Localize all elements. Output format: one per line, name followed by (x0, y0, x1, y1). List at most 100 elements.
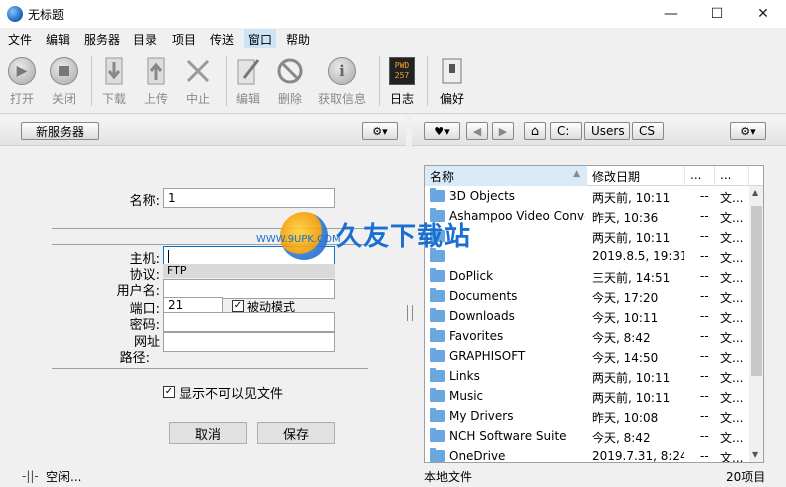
maximize-button[interactable]: ☐ (694, 0, 740, 28)
file-size: -- (700, 369, 709, 383)
path-gear-menu[interactable]: ⚙▾ (730, 122, 766, 140)
menu-edit[interactable]: 编辑 (46, 31, 70, 48)
file-size: -- (700, 189, 709, 203)
delete-label: 删除 (277, 92, 302, 106)
window-title: 无标题 (28, 8, 65, 22)
file-date: 今天, 8:42 (592, 431, 651, 445)
server-gear-menu[interactable]: ⚙▾ (362, 122, 398, 140)
status-item-count: 20项目 (726, 470, 766, 484)
file-kind: 文... (720, 291, 744, 305)
menu-window[interactable]: 窗口 (244, 29, 277, 50)
column-size[interactable]: ... (685, 166, 715, 186)
file-size: -- (700, 229, 709, 243)
file-name: Links (449, 369, 480, 383)
info-icon: i (328, 57, 356, 85)
file-row[interactable]: Links 两天前, 10:11 -- 文... (425, 366, 749, 386)
file-row[interactable]: Favorites 今天, 8:42 -- 文... (425, 326, 749, 346)
password-field[interactable] (163, 312, 335, 332)
show-hidden-checkbox[interactable]: ✓ (163, 386, 175, 398)
name-label: 名称: (129, 194, 160, 209)
menu-item[interactable]: 项目 (172, 31, 196, 48)
no-entry-icon (275, 56, 305, 86)
column-name[interactable]: 名称 ▲ (425, 166, 587, 186)
file-row[interactable]: Music 两天前, 10:11 -- 文... (425, 386, 749, 406)
menu-directory[interactable]: 目录 (133, 31, 157, 48)
file-kind: 文... (720, 211, 744, 225)
file-date: 今天, 10:11 (592, 311, 659, 325)
path-segment-users[interactable]: Users (584, 122, 630, 140)
name-field[interactable]: 1 (163, 188, 335, 208)
url-field[interactable] (163, 332, 335, 352)
watermark-url: WWW.9UPK.COM (256, 234, 341, 245)
user-label: 用户名: (116, 284, 160, 299)
path-segment-drive[interactable]: C: (550, 122, 582, 140)
menu-transfer[interactable]: 传送 (210, 31, 234, 48)
app-icon (7, 6, 23, 22)
activity-icon: -||- (22, 469, 39, 483)
divider (52, 368, 368, 369)
path-segment-cs[interactable]: CS (632, 122, 664, 140)
file-row[interactable]: OneDrive 2019.7.31, 8:24 -- 文... (425, 446, 749, 463)
open-label: 打开 (9, 92, 34, 106)
file-date: 2019.8.5, 19:31 (592, 249, 684, 263)
delete-button[interactable]: 删除 (268, 52, 312, 110)
file-name: Documents (449, 289, 518, 303)
download-button[interactable]: 下载 (92, 52, 136, 110)
save-button[interactable]: 保存 (257, 422, 335, 444)
vertical-scrollbar[interactable]: ▲ ▼ (749, 186, 763, 462)
file-date: 两天前, 10:11 (592, 191, 671, 205)
menu-server[interactable]: 服务器 (84, 31, 120, 48)
back-button[interactable]: ◀ (466, 122, 488, 140)
info-button[interactable]: i 获取信息 (314, 52, 370, 110)
column-date[interactable]: 修改日期 (587, 166, 685, 186)
edit-button[interactable]: 编辑 (226, 52, 270, 110)
play-icon: ▶ (8, 57, 36, 85)
new-server-button[interactable]: 新服务器 (21, 122, 99, 140)
favorites-menu[interactable]: ♥▾ (424, 122, 460, 140)
file-size: -- (700, 389, 709, 403)
passive-checkbox[interactable]: ✓ (232, 300, 244, 312)
disconnect-button[interactable]: 关闭 (42, 52, 86, 110)
file-kind: 文... (720, 391, 744, 405)
column-kind[interactable]: ... (715, 166, 749, 186)
file-row[interactable]: My Drivers 昨天, 10:08 -- 文... (425, 406, 749, 426)
watermark-title: 久友下载站 (336, 222, 472, 252)
file-date: 2019.7.31, 8:24 (592, 449, 684, 463)
file-kind: 文... (720, 331, 744, 345)
folder-icon (430, 328, 445, 342)
minimize-button[interactable]: — (648, 0, 694, 28)
file-row[interactable]: GRAPHISOFT 今天, 14:50 -- 文... (425, 346, 749, 366)
folder-icon (430, 428, 445, 442)
scroll-thumb[interactable] (751, 206, 762, 376)
file-size: -- (700, 429, 709, 443)
folder-icon (430, 288, 445, 302)
upload-icon (141, 56, 171, 86)
user-field[interactable] (163, 279, 335, 299)
open-button[interactable]: ▶ 打开 (0, 52, 44, 110)
folder-icon (430, 188, 445, 202)
splitter-handle[interactable] (407, 305, 413, 321)
file-kind: 文... (720, 371, 744, 385)
preferences-label: 偏好 (439, 92, 464, 106)
upload-button[interactable]: 上传 (134, 52, 178, 110)
abort-button[interactable]: 中止 (176, 52, 220, 110)
menu-file[interactable]: 文件 (8, 31, 32, 48)
stop-icon (50, 57, 78, 85)
preferences-button[interactable]: 偏好 (430, 52, 474, 110)
file-date: 今天, 14:50 (592, 351, 659, 365)
port-field[interactable]: 21 (163, 297, 223, 313)
log-button[interactable]: PWD 257 日志 (380, 52, 424, 110)
file-date: 昨天, 10:36 (592, 211, 659, 225)
file-row[interactable]: Documents 今天, 17:20 -- 文... (425, 286, 749, 306)
file-date: 今天, 17:20 (592, 291, 659, 305)
close-button[interactable]: ✕ (740, 0, 786, 28)
file-row[interactable]: NCH Software Suite 今天, 8:42 -- 文... (425, 426, 749, 446)
path-label: 路径: (119, 351, 150, 366)
home-button[interactable]: ⌂ (524, 122, 546, 140)
file-row[interactable]: Downloads 今天, 10:11 -- 文... (425, 306, 749, 326)
file-kind: 文... (720, 351, 744, 365)
file-row[interactable]: 3D Objects 两天前, 10:11 -- 文... (425, 186, 749, 206)
menu-help[interactable]: 帮助 (286, 31, 310, 48)
forward-button[interactable]: ▶ (492, 122, 514, 140)
cancel-button[interactable]: 取消 (169, 422, 247, 444)
